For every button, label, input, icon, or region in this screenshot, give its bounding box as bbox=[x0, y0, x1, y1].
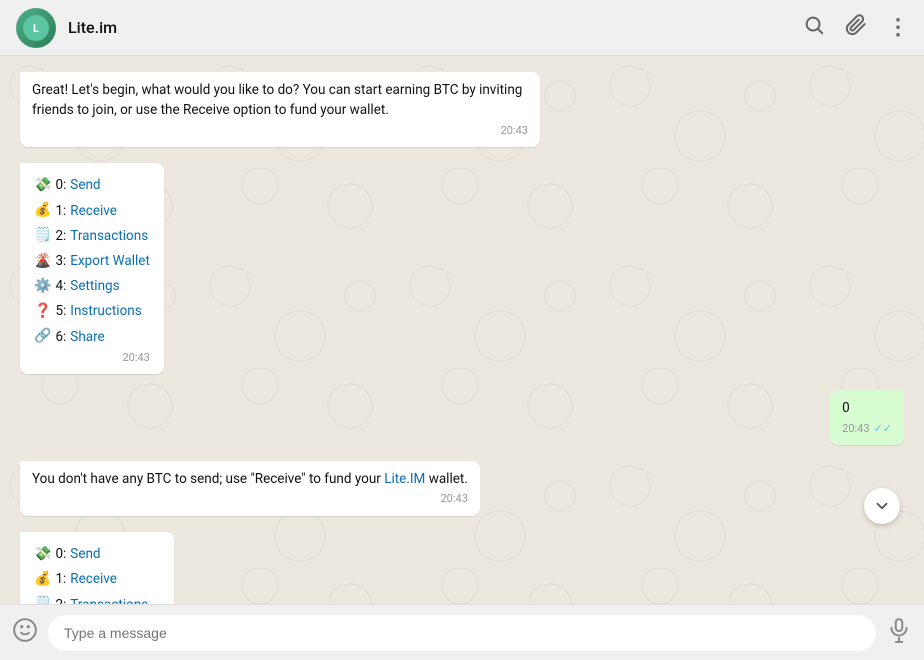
settings-emoji: ⚙️ bbox=[34, 274, 51, 299]
chat-header: L Lite.im ⋮ bbox=[0, 0, 924, 56]
bubble-meta: 20:43 bbox=[32, 491, 468, 508]
message-time: 20:43 bbox=[122, 351, 149, 364]
scroll-down-button[interactable] bbox=[864, 488, 900, 524]
menu-label: Share bbox=[70, 325, 104, 349]
emoji-picker-button[interactable] bbox=[12, 617, 38, 649]
read-tick-icon: ✓✓ bbox=[874, 421, 892, 438]
message-time: 20:43 bbox=[501, 123, 528, 140]
message-time: 20:43 bbox=[842, 421, 869, 438]
menu-item: ⚙️ 4: Settings bbox=[34, 274, 150, 299]
menu-bubble-2: 💸 0: Send 💰 1: Receive 🗒️ 2: Transaction… bbox=[20, 532, 174, 604]
menu-item: 💸 0: Send bbox=[34, 542, 160, 567]
menu-label: Export Wallet bbox=[70, 249, 150, 273]
more-options-icon[interactable]: ⋮ bbox=[887, 15, 908, 40]
instructions-emoji: ❓ bbox=[34, 299, 51, 324]
menu-number: 5: bbox=[55, 299, 66, 323]
menu-number: 0: bbox=[55, 173, 66, 197]
message-row: 💸 0: Send 💰 1: Receive 🗒️ 2: Transaction… bbox=[20, 163, 904, 374]
message-text-input[interactable] bbox=[48, 615, 876, 651]
transactions-emoji: 🗒️ bbox=[34, 592, 51, 604]
menu-item: 🔗 6: Share bbox=[34, 324, 150, 349]
menu-number: 2: bbox=[55, 593, 66, 604]
menu-bubble: 💸 0: Send 💰 1: Receive 🗒️ 2: Transaction… bbox=[20, 163, 164, 374]
menu-item: 💰 1: Receive bbox=[34, 198, 150, 223]
message-input-bar bbox=[0, 604, 924, 660]
receive-emoji: 💰 bbox=[34, 567, 51, 592]
menu-number: 3: bbox=[55, 249, 66, 273]
transactions-emoji: 🗒️ bbox=[34, 223, 51, 248]
message-time: 20:43 bbox=[440, 491, 467, 508]
outgoing-bubble: 0 20:43 ✓✓ bbox=[830, 390, 904, 445]
chat-title: Lite.im bbox=[68, 18, 803, 37]
bubble-meta: 20:43 bbox=[32, 123, 528, 140]
chat-area: Great! Let's begin, what would you like … bbox=[0, 56, 924, 604]
menu-item: ❓ 5: Instructions bbox=[34, 299, 150, 324]
menu-label: Transactions bbox=[70, 593, 148, 604]
bubble-meta: 20:43 ✓✓ bbox=[842, 421, 892, 438]
search-icon[interactable] bbox=[803, 14, 825, 41]
menu-label: Receive bbox=[70, 199, 117, 223]
menu-number: 2: bbox=[55, 224, 66, 248]
share-emoji: 🔗 bbox=[34, 324, 51, 349]
menu-number: 1: bbox=[55, 567, 66, 591]
bubble-text: Great! Let's begin, what would you like … bbox=[32, 80, 528, 121]
litem-link[interactable]: Lite.IM bbox=[384, 471, 425, 487]
menu-label: Send bbox=[70, 173, 100, 197]
menu-item: 💰 1: Receive bbox=[34, 567, 160, 592]
menu-label: Transactions bbox=[70, 224, 148, 248]
bubble-meta: 20:43 bbox=[34, 351, 150, 364]
menu-number: 0: bbox=[55, 542, 66, 566]
svg-text:L: L bbox=[33, 22, 39, 35]
menu-item: 🗒️ 2: Transactions bbox=[34, 223, 150, 248]
message-row: 0 20:43 ✓✓ bbox=[20, 390, 904, 445]
menu-label: Receive bbox=[70, 567, 117, 591]
bubble-text: 0 bbox=[842, 398, 892, 418]
menu-item: 🗒️ 2: Transactions bbox=[34, 592, 160, 604]
incoming-bubble: You don't have any BTC to send; use "Rec… bbox=[20, 461, 480, 516]
voice-message-button[interactable] bbox=[886, 617, 912, 649]
menu-number: 4: bbox=[55, 274, 66, 298]
export-emoji: 🌋 bbox=[34, 249, 51, 274]
incoming-bubble: Great! Let's begin, what would you like … bbox=[20, 72, 540, 147]
message-row: 💸 0: Send 💰 1: Receive 🗒️ 2: Transaction… bbox=[20, 532, 904, 604]
receive-emoji: 💰 bbox=[34, 198, 51, 223]
menu-label: Instructions bbox=[70, 299, 141, 323]
message-list: Great! Let's begin, what would you like … bbox=[20, 72, 904, 604]
menu-number: 6: bbox=[55, 325, 66, 349]
avatar-initials: L bbox=[16, 8, 56, 48]
menu-number: 1: bbox=[55, 199, 66, 223]
menu-label: Send bbox=[70, 542, 100, 566]
message-row: Great! Let's begin, what would you like … bbox=[20, 72, 904, 147]
bubble-text: You don't have any BTC to send; use "Rec… bbox=[32, 469, 468, 489]
message-row: You don't have any BTC to send; use "Rec… bbox=[20, 461, 904, 516]
menu-item: 💸 0: Send bbox=[34, 173, 150, 198]
avatar: L bbox=[16, 8, 56, 48]
send-emoji: 💸 bbox=[34, 173, 51, 198]
header-actions: ⋮ bbox=[803, 14, 908, 41]
paperclip-icon[interactable] bbox=[845, 14, 867, 41]
menu-label: Settings bbox=[70, 274, 119, 298]
send-emoji: 💸 bbox=[34, 542, 51, 567]
menu-item: 🌋 3: Export Wallet bbox=[34, 249, 150, 274]
